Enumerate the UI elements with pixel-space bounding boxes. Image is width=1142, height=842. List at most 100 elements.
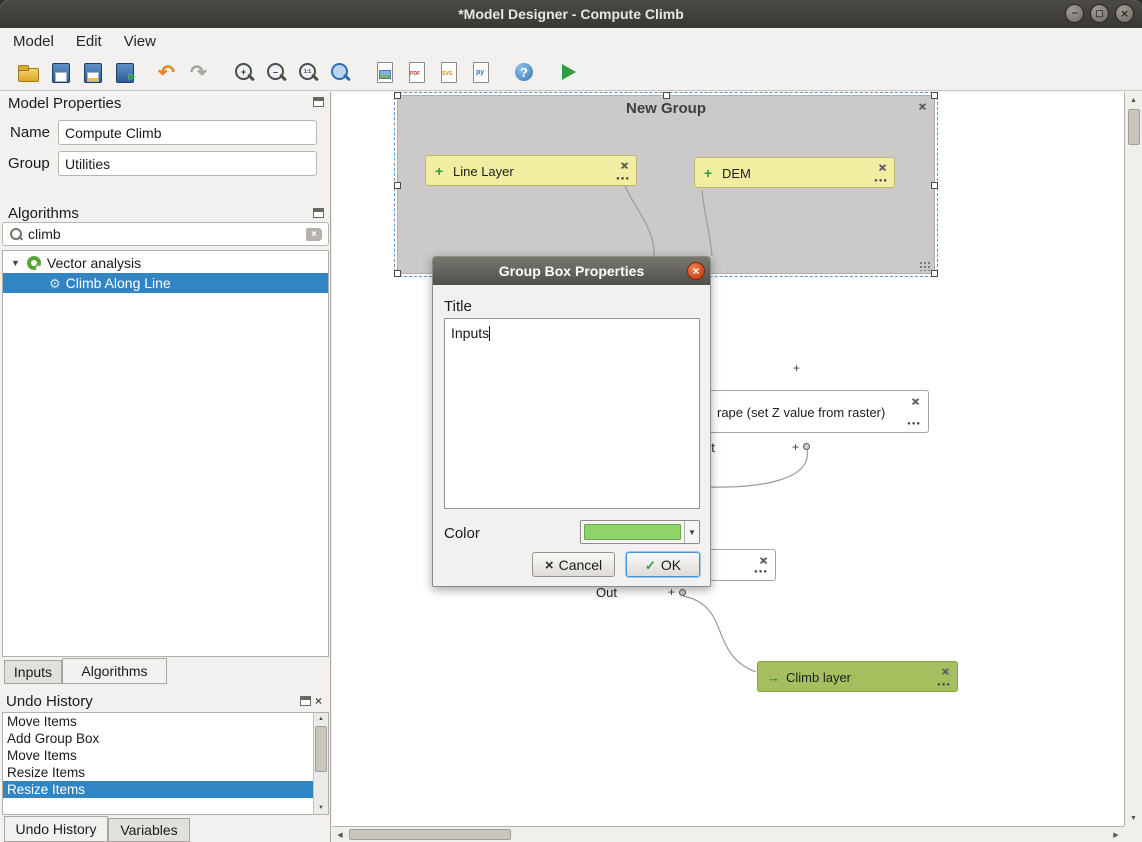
tab-undo-history[interactable]: Undo History [4,816,108,842]
remove-node-icon[interactable] [911,395,919,408]
color-picker-button[interactable] [580,520,700,544]
open-model-button[interactable] [12,57,44,87]
zoom-actual-button[interactable] [292,57,324,87]
selection-handle[interactable] [394,92,401,99]
scrollbar-thumb[interactable] [349,829,511,840]
zoom-out-button[interactable] [260,57,292,87]
algorithm-search-input[interactable] [28,226,306,242]
tab-variables[interactable]: Variables [108,818,190,842]
undo-list-scrollbar[interactable]: ▲ ▼ [313,713,328,814]
selection-handle[interactable] [931,92,938,99]
save-model-as-button[interactable] [76,57,108,87]
remove-node-icon[interactable] [878,161,886,174]
tree-group-vector-analysis[interactable]: Vector analysis [3,253,328,273]
tree-item-climb-along-line[interactable]: Climb Along Line [3,273,328,293]
scrollbar-thumb[interactable] [315,726,327,772]
redo-button[interactable] [184,57,216,87]
window-titlebar[interactable]: *Model Designer - Compute Climb [0,0,1142,28]
remove-node-icon[interactable] [620,159,628,172]
socket-dot[interactable] [803,443,810,450]
export-image-button[interactable] [368,57,400,87]
remove-group-icon[interactable] [918,99,926,115]
float-panel-icon[interactable] [313,97,324,107]
socket-expand-icon[interactable]: + [792,441,799,453]
model-canvas[interactable]: New Group Line Layer [332,92,1124,826]
maximize-icon[interactable] [1090,4,1109,23]
close-panel-icon[interactable] [315,692,322,710]
node-line-layer[interactable]: Line Layer [425,155,637,186]
undo-history-item[interactable]: Move Items [3,713,314,730]
float-panel-icon[interactable] [313,208,324,218]
socket-expand-icon[interactable]: + [793,362,800,374]
float-panel-icon[interactable] [300,696,311,706]
comment-dots-icon[interactable] [874,178,888,184]
socket-dot[interactable] [679,589,686,596]
comment-dots-icon[interactable] [754,569,768,575]
tab-algorithms[interactable]: Algorithms [62,658,167,684]
scroll-down-icon[interactable]: ▼ [314,802,328,814]
model-group-input[interactable] [58,151,317,176]
close-icon[interactable] [1115,4,1134,23]
title-textarea[interactable]: Inputs [444,318,700,509]
color-field-label: Color [444,525,480,542]
comment-dots-icon[interactable] [616,176,630,182]
scroll-down-icon[interactable]: ▼ [1125,810,1142,826]
canvas-vertical-scrollbar[interactable]: ▲ ▼ [1124,92,1142,826]
run-model-button[interactable] [552,57,584,87]
node-dem[interactable]: DEM [694,157,895,188]
minimize-icon[interactable] [1065,4,1084,23]
undo-history-item[interactable]: Add Group Box [3,730,314,747]
node-label: DEM [722,166,751,181]
export-svg-icon [437,61,459,83]
undo-button[interactable] [152,57,184,87]
scroll-right-icon[interactable]: ▶ [1108,827,1124,842]
dialog-close-icon[interactable] [687,262,705,280]
node-label: Line Layer [453,164,514,179]
undo-history-item[interactable]: Move Items [3,747,314,764]
export-pdf-icon [405,61,427,83]
selection-handle[interactable] [663,92,670,99]
node-drape[interactable]: rape (set Z value from raster) [700,390,929,433]
selection-handle[interactable] [931,182,938,189]
remove-node-icon[interactable] [759,554,767,567]
scroll-up-icon[interactable]: ▲ [1125,92,1142,108]
tab-inputs[interactable]: Inputs [4,660,62,684]
comment-dots-icon[interactable] [907,421,921,427]
undo-history-item[interactable]: Resize Items [3,781,314,798]
clear-search-icon[interactable] [306,228,322,241]
help-button[interactable] [508,57,540,87]
menu-model[interactable]: Model [2,30,65,53]
save-in-project-button[interactable] [108,57,140,87]
menu-edit[interactable]: Edit [65,30,113,53]
cancel-button[interactable]: Cancel [532,552,615,577]
zoom-in-button[interactable] [228,57,260,87]
undo-icon [157,61,179,83]
socket-expand-icon[interactable]: + [668,586,675,598]
scroll-left-icon[interactable]: ◀ [332,827,348,842]
remove-node-icon[interactable] [941,665,949,678]
export-pdf-button[interactable] [400,57,432,87]
scrollbar-thumb[interactable] [1128,109,1140,145]
chevron-expanded-icon[interactable] [11,258,20,268]
zoom-full-button[interactable] [324,57,356,87]
group-box-properties-dialog: Group Box Properties Title Inputs Color … [432,256,711,587]
node-climb-layer[interactable]: Climb layer [757,661,958,692]
selection-handle[interactable] [394,182,401,189]
chevron-down-icon[interactable] [684,521,699,543]
canvas-horizontal-scrollbar[interactable]: ◀ ▶ [332,826,1124,842]
selection-handle[interactable] [394,270,401,277]
node-hidden-algorithm[interactable] [700,549,776,581]
ok-button[interactable]: OK [626,552,700,577]
export-svg-button[interactable] [432,57,464,87]
dialog-titlebar[interactable]: Group Box Properties [433,257,710,285]
save-model-button[interactable] [44,57,76,87]
undo-history-item[interactable]: Resize Items [3,764,314,781]
comment-dots-icon[interactable] [937,682,951,688]
model-name-input[interactable] [58,120,317,145]
export-script-button[interactable] [464,57,496,87]
selection-handle[interactable] [931,270,938,277]
menu-view[interactable]: View [113,30,167,53]
algorithms-header: Algorithms [8,205,79,222]
scroll-up-icon[interactable]: ▲ [314,713,328,725]
save-in-project-icon [113,61,135,83]
